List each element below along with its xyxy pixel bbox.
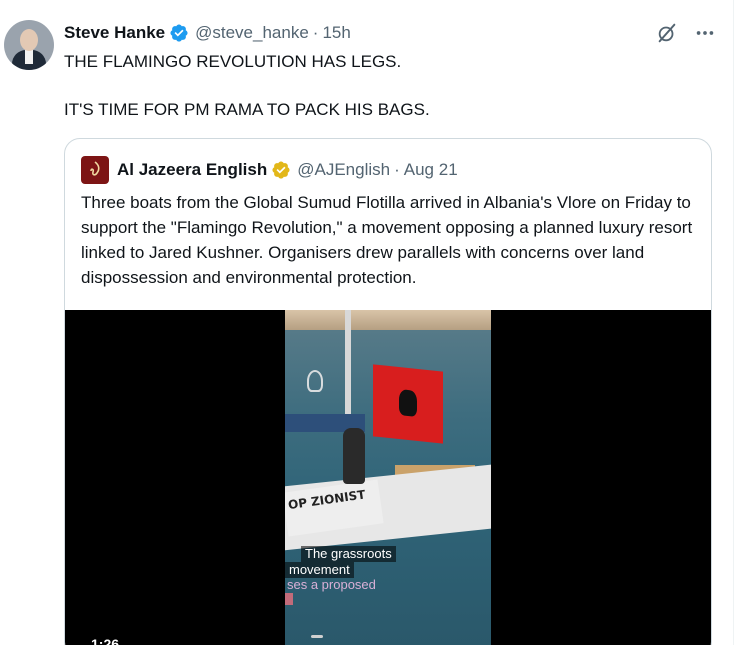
quoted-date[interactable]: Aug 21	[404, 160, 458, 180]
albanian-flag	[373, 364, 443, 444]
quoted-author-name[interactable]: Al Jazeera English	[117, 160, 267, 180]
author-name[interactable]: Steve Hanke	[64, 23, 165, 43]
tweet[interactable]: Steve Hanke @steve_hanke · 15h THE FLAMI…	[0, 0, 744, 645]
video-caption-line: movement	[285, 562, 354, 578]
video-caption-fragment	[285, 593, 293, 605]
video-caption-line: ses a proposed	[287, 577, 376, 592]
al-jazeera-watermark-icon	[307, 370, 323, 392]
timestamp[interactable]: 15h	[322, 23, 350, 43]
video-caption-line: The grassroots	[301, 546, 396, 562]
boat-mast	[345, 310, 351, 430]
verified-badge-icon	[170, 24, 188, 42]
quoted-tweet-text: Three boats from the Global Sumud Flotil…	[81, 193, 693, 287]
tweet-header: Steve Hanke @steve_hanke · 15h	[64, 22, 351, 44]
quoted-separator-dot: ·	[394, 160, 400, 179]
tweet-actions-top	[656, 22, 716, 44]
video-frame[interactable]: OP ZIONIST The grassroots movement ses a…	[285, 310, 491, 645]
timeline-divider	[733, 0, 734, 645]
al-jazeera-logo-icon[interactable]	[81, 156, 109, 184]
video-drag-handle	[311, 635, 323, 638]
video-duration: 1:26	[91, 636, 120, 645]
gold-verified-badge-icon	[272, 161, 290, 179]
boat-banner-text: OP ZIONIST	[287, 487, 367, 513]
avatar-face	[20, 29, 38, 51]
quoted-tweet-header: Al Jazeera English @AJEnglish · Aug 21	[81, 156, 458, 184]
flag-eagle-icon	[399, 389, 417, 417]
grok-icon[interactable]	[656, 22, 678, 44]
quoted-tweet[interactable]: Al Jazeera English @AJEnglish · Aug 21 T…	[64, 138, 712, 645]
person-silhouette	[343, 428, 365, 484]
tweet-text: THE FLAMINGO REVOLUTION HAS LEGS. IT'S T…	[64, 52, 430, 119]
author-handle[interactable]: @steve_hanke	[195, 23, 309, 43]
avatar-shirt	[25, 50, 33, 64]
separator-dot: ·	[312, 23, 319, 42]
avatar[interactable]	[4, 20, 54, 70]
video-player[interactable]: OP ZIONIST The grassroots movement ses a…	[65, 310, 711, 645]
more-horizontal-icon[interactable]	[694, 22, 716, 44]
quoted-author-handle[interactable]: @AJEnglish	[297, 160, 390, 180]
pier-background	[285, 310, 491, 330]
